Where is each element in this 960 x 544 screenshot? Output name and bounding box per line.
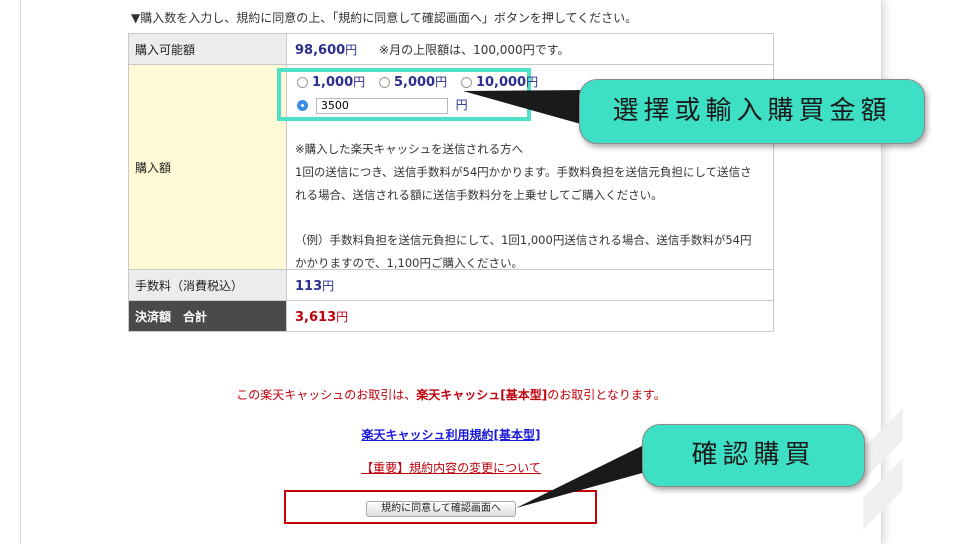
callout-select-amount: 選擇或輸入購買金額 — [579, 79, 925, 144]
callout-confirm-purchase: 確認購買 — [642, 424, 865, 487]
pointer-select-amount — [463, 90, 588, 126]
